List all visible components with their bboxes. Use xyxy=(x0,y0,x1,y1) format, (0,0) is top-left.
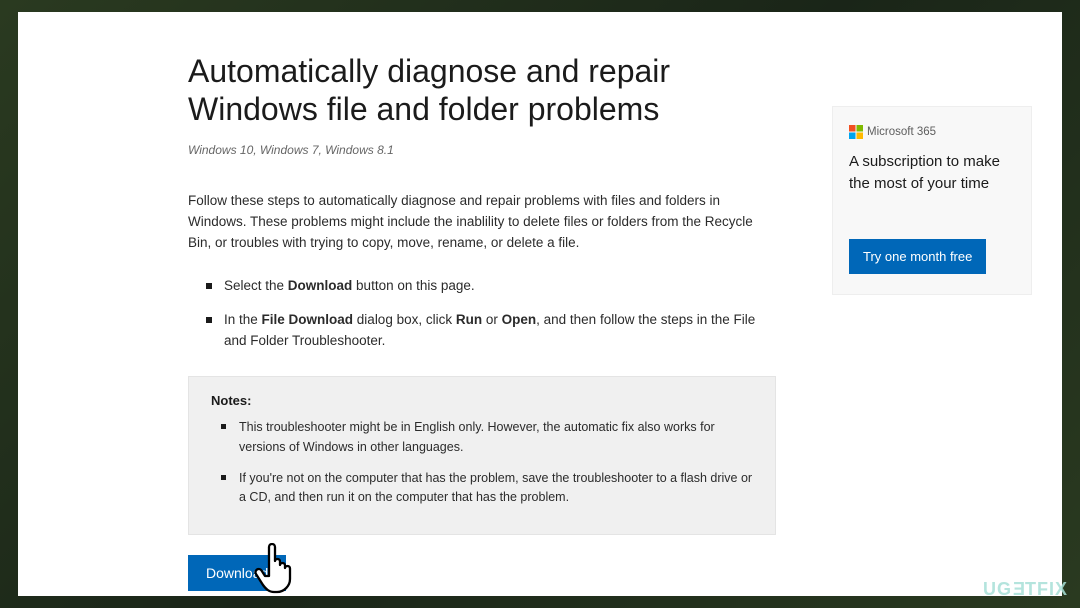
try-free-button[interactable]: Try one month free xyxy=(849,239,986,274)
watermark: UGETFIX xyxy=(983,579,1068,600)
download-button[interactable]: Download xyxy=(188,555,286,591)
step-text: Select the xyxy=(224,278,288,293)
microsoft-365-logo: Microsoft 365 xyxy=(849,125,1015,139)
step-text: dialog box, click xyxy=(353,312,456,327)
notes-panel: Notes: This troubleshooter might be in E… xyxy=(188,376,776,535)
step-bold: Run xyxy=(456,312,482,327)
note-item: If you're not on the computer that has t… xyxy=(221,469,753,508)
promo-description: A subscription to make the most of your … xyxy=(849,151,1015,195)
intro-paragraph: Follow these steps to automatically diag… xyxy=(188,191,776,254)
step-text: button on this page. xyxy=(352,278,474,293)
notes-list: This troubleshooter might be in English … xyxy=(211,418,753,508)
microsoft-logo-icon xyxy=(849,125,863,139)
steps-list: Select the Download button on this page.… xyxy=(188,276,776,353)
notes-heading: Notes: xyxy=(211,393,753,408)
page-title: Automatically diagnose and repair Window… xyxy=(188,52,776,129)
step-2: In the File Download dialog box, click R… xyxy=(206,310,776,352)
step-bold: Download xyxy=(288,278,353,293)
step-bold: File Download xyxy=(262,312,354,327)
note-item: This troubleshooter might be in English … xyxy=(221,418,753,457)
promo-logo-text: Microsoft 365 xyxy=(867,126,936,138)
applies-to-subtitle: Windows 10, Windows 7, Windows 8.1 xyxy=(188,143,776,157)
promo-sidebar: Microsoft 365 A subscription to make the… xyxy=(832,106,1032,295)
step-text: or xyxy=(482,312,502,327)
step-text: In the xyxy=(224,312,262,327)
step-bold: Open xyxy=(502,312,537,327)
page-card: Automatically diagnose and repair Window… xyxy=(18,12,1062,596)
main-column: Automatically diagnose and repair Window… xyxy=(188,52,776,576)
step-1: Select the Download button on this page. xyxy=(206,276,776,297)
